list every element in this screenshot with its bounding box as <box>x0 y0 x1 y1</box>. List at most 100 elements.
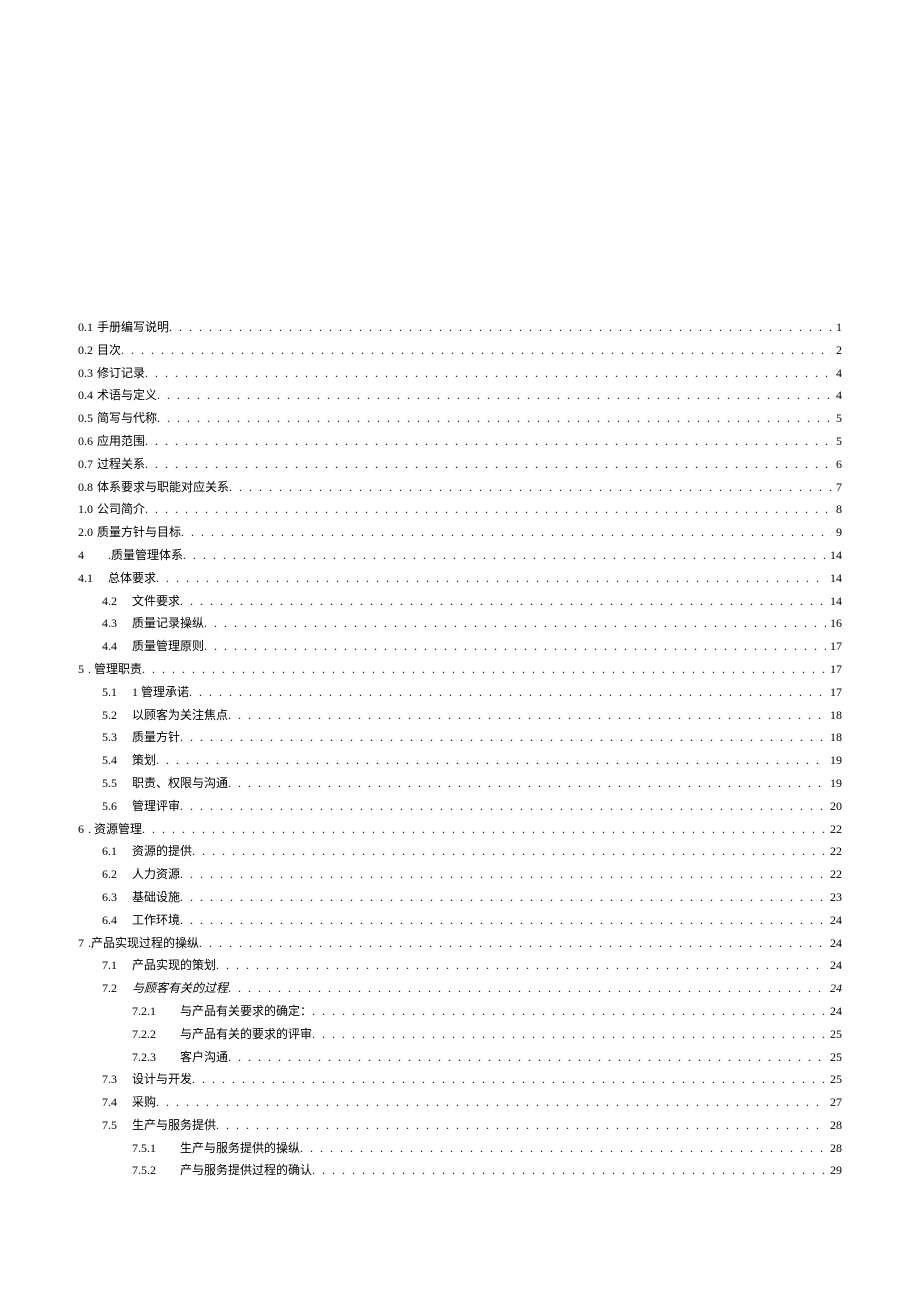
toc-entry-number: 6.4 <box>102 909 128 932</box>
toc-entry: 7.1产品实现的策划24 <box>78 954 842 977</box>
toc-entry-page: 18 <box>826 704 842 727</box>
toc-entry-number: 7.5.1 <box>132 1137 176 1160</box>
toc-entry-page: 14 <box>826 567 842 590</box>
toc-entry-page: 8 <box>832 498 842 521</box>
toc-entry-label: 总体要求 <box>104 567 156 590</box>
toc-entry-number: 4.1 <box>78 567 104 590</box>
toc-leader-dots <box>181 521 832 544</box>
toc-entry-number: 0.2 <box>78 339 93 362</box>
toc-entry-label: 采购 <box>128 1091 156 1114</box>
toc-entry-label: 生产与服务提供的操纵 <box>176 1137 300 1160</box>
toc-entry-page: 24 <box>826 1000 842 1023</box>
toc-leader-dots <box>300 1137 826 1160</box>
toc-entry: 0.2目次2 <box>78 339 842 362</box>
toc-entry: 6.2人力资源22 <box>78 863 842 886</box>
toc-entry-label: 修订记录 <box>93 362 145 385</box>
toc-entry: 7.2.3客户沟通25 <box>78 1046 842 1069</box>
toc-entry: 5.3质量方针18 <box>78 726 842 749</box>
toc-entry-label: 质量方针 <box>128 726 180 749</box>
toc-entry-page: 25 <box>826 1023 842 1046</box>
toc-entry-label: 生产与服务提供 <box>128 1114 216 1137</box>
toc-entry: 6.4工作环境24 <box>78 909 842 932</box>
toc-leader-dots <box>228 977 826 1000</box>
toc-entry-number: 5.4 <box>102 749 128 772</box>
toc-entry-page: 17 <box>826 681 842 704</box>
toc-entry-page: 23 <box>826 886 842 909</box>
toc-entry-number: 4 <box>78 544 104 567</box>
toc-leader-dots <box>199 932 826 955</box>
toc-leader-dots <box>157 384 832 407</box>
toc-leader-dots <box>204 612 826 635</box>
toc-leader-dots <box>180 726 826 749</box>
toc-entry-number: 0.5 <box>78 407 93 430</box>
toc-leader-dots <box>204 635 826 658</box>
toc-entry-page: 4 <box>832 362 842 385</box>
toc-entry-label: 与顾客有关的过程 <box>128 977 228 1000</box>
toc-leader-dots <box>156 1091 826 1114</box>
toc-entry: 4.质量管理体系 14 <box>78 544 842 567</box>
toc-entry-number: 7.2.1 <box>132 1000 176 1023</box>
toc-entry: 6. 资源管理22 <box>78 818 842 841</box>
toc-entry-page: 14 <box>826 544 842 567</box>
toc-entry-number: 5.5 <box>102 772 128 795</box>
toc-leader-dots <box>121 339 832 362</box>
toc-entry: 5.6管理评审20 <box>78 795 842 818</box>
toc-entry-page: 22 <box>826 863 842 886</box>
toc-entry-label: 过程关系 <box>93 453 145 476</box>
toc-leader-dots <box>183 544 826 567</box>
toc-entry-page: 9 <box>832 521 842 544</box>
toc-entry-page: 6 <box>832 453 842 476</box>
toc-entry-page: 25 <box>826 1046 842 1069</box>
toc-entry-page: 17 <box>826 658 842 681</box>
toc-leader-dots <box>145 362 832 385</box>
toc-entry-number: 4.4 <box>102 635 128 658</box>
toc-entry-number: 5.1 <box>102 681 128 704</box>
toc-entry: 7.2.2与产品有关的要求的评审25 <box>78 1023 842 1046</box>
toc-entry-label: 1 管理承诺 <box>128 681 189 704</box>
toc-entry-number: 6.3 <box>102 886 128 909</box>
toc-entry: 5.11 管理承诺 17 <box>78 681 842 704</box>
toc-entry: 7.4采购 27 <box>78 1091 842 1114</box>
toc-entry-number: 5.6 <box>102 795 128 818</box>
toc-leader-dots <box>145 453 832 476</box>
toc-entry: 0.6应用范围5 <box>78 430 842 453</box>
toc-entry-label: 产品实现的策划 <box>128 954 216 977</box>
toc-entry: 0.7过程关系6 <box>78 453 842 476</box>
toc-entry-label: 质量方针与目标 <box>93 521 181 544</box>
toc-leader-dots <box>192 1068 826 1091</box>
toc-leader-dots <box>312 1023 826 1046</box>
toc-entry: 5.2以顾客为关注焦点 18 <box>78 704 842 727</box>
toc-entry-number: 7.5.2 <box>132 1159 176 1182</box>
toc-entry-label: 工作环境 <box>128 909 180 932</box>
toc-entry: 7.5.2产与服务提供过程的确认29 <box>78 1159 842 1182</box>
toc-entry-label: 应用范围 <box>93 430 145 453</box>
toc-entry-label: 客户沟通 <box>176 1046 228 1069</box>
toc-leader-dots <box>180 909 826 932</box>
toc-entry: 4.2文件要求14 <box>78 590 842 613</box>
toc-leader-dots <box>312 1159 826 1182</box>
toc-entry: 7.2与顾客有关的过程24 <box>78 977 842 1000</box>
toc-leader-dots <box>216 1114 826 1137</box>
toc-entry-page: 25 <box>826 1068 842 1091</box>
toc-entry: 5.5职责、权限与沟通19 <box>78 772 842 795</box>
toc-entry-number: 0.6 <box>78 430 93 453</box>
toc-entry-number: 5.2 <box>102 704 128 727</box>
toc-entry-number: 7.2.2 <box>132 1023 176 1046</box>
toc-entry-number: 4.2 <box>102 590 128 613</box>
toc-entry: 4.1总体要求 14 <box>78 567 842 590</box>
toc-entry-page: 28 <box>826 1137 842 1160</box>
toc-entry-page: 14 <box>826 590 842 613</box>
toc-entry-page: 19 <box>826 749 842 772</box>
toc-entry: 7.产品实现过程的操纵24 <box>78 932 842 955</box>
toc-entry-page: 27 <box>826 1091 842 1114</box>
toc-entry: 5. 管理职责17 <box>78 658 842 681</box>
toc-entry: 2.0质量方针与目标9 <box>78 521 842 544</box>
toc-entry-page: 7 <box>832 476 842 499</box>
toc-entry-label: 质量记录操纵 <box>128 612 204 635</box>
toc-entry-page: 19 <box>826 772 842 795</box>
toc-entry-label: 以顾客为关注焦点 <box>128 704 228 727</box>
toc-leader-dots <box>180 795 826 818</box>
toc-entry-number: 7.4 <box>102 1091 128 1114</box>
toc-leader-dots <box>229 476 832 499</box>
toc-entry-label: .质量管理体系 <box>104 544 183 567</box>
